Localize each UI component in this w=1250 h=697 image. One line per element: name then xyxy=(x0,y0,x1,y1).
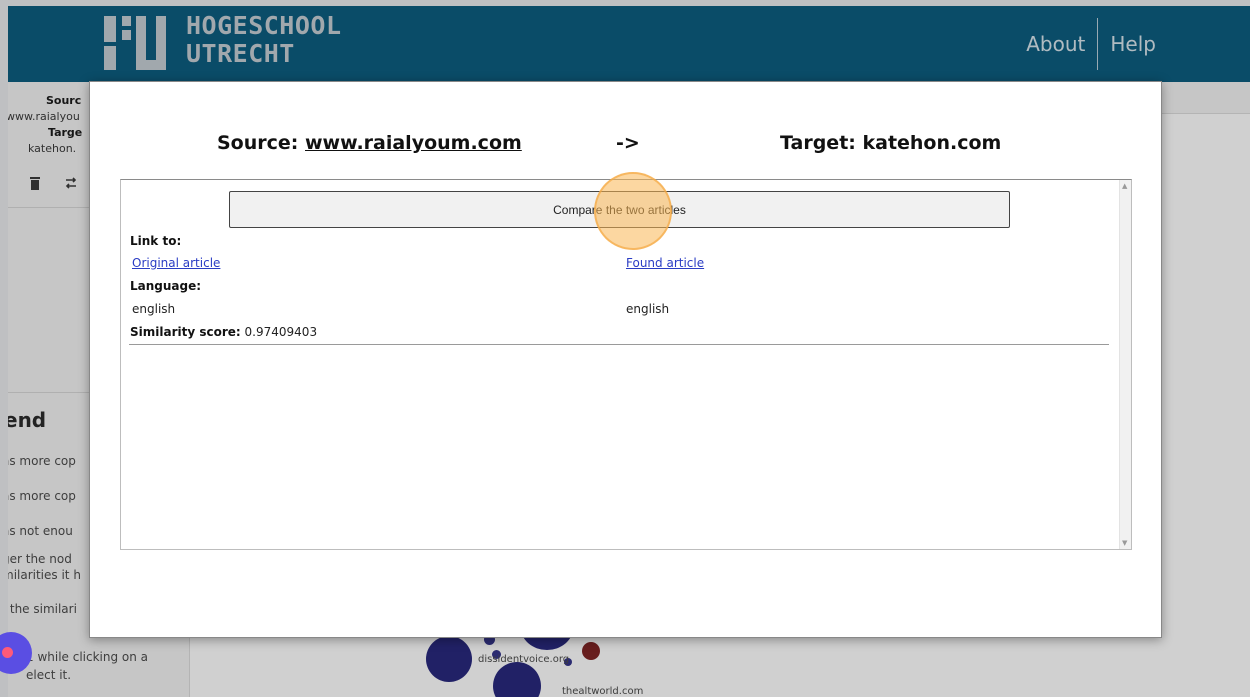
content-divider xyxy=(129,344,1109,345)
content-scrollbar[interactable]: ▲ ▼ xyxy=(1119,180,1131,549)
found-article-link[interactable]: Found article xyxy=(626,256,704,270)
comparison-content[interactable]: Compare the two articles Link to: Origin… xyxy=(120,179,1132,550)
similarity-value: 0.97409403 xyxy=(244,325,318,339)
modal-header: Source: www.raialyoum.com -> Target: kat… xyxy=(90,132,1161,162)
scroll-down-icon[interactable]: ▼ xyxy=(1122,539,1127,547)
similarity-label: Similarity score: xyxy=(130,325,241,339)
comparison-modal: Source: www.raialyoum.com -> Target: kat… xyxy=(89,81,1162,638)
target-language: english xyxy=(626,302,670,316)
similarity-score: Similarity score: 0.97409403 xyxy=(130,325,317,339)
link-to-label: Link to: xyxy=(130,234,182,248)
original-article-link[interactable]: Original article xyxy=(132,256,220,270)
direction-arrow: -> xyxy=(616,132,640,154)
source-language: english xyxy=(132,302,176,316)
scroll-up-icon[interactable]: ▲ xyxy=(1122,182,1127,190)
modal-source-title: Source: www.raialyoum.com xyxy=(217,132,522,154)
modal-target-title: Target: katehon.com xyxy=(780,132,1002,154)
compare-articles-button[interactable]: Compare the two articles xyxy=(229,191,1010,228)
source-prefix: Source: xyxy=(217,132,305,154)
source-site-link[interactable]: www.raialyoum.com xyxy=(305,132,522,154)
language-label: Language: xyxy=(130,279,202,293)
